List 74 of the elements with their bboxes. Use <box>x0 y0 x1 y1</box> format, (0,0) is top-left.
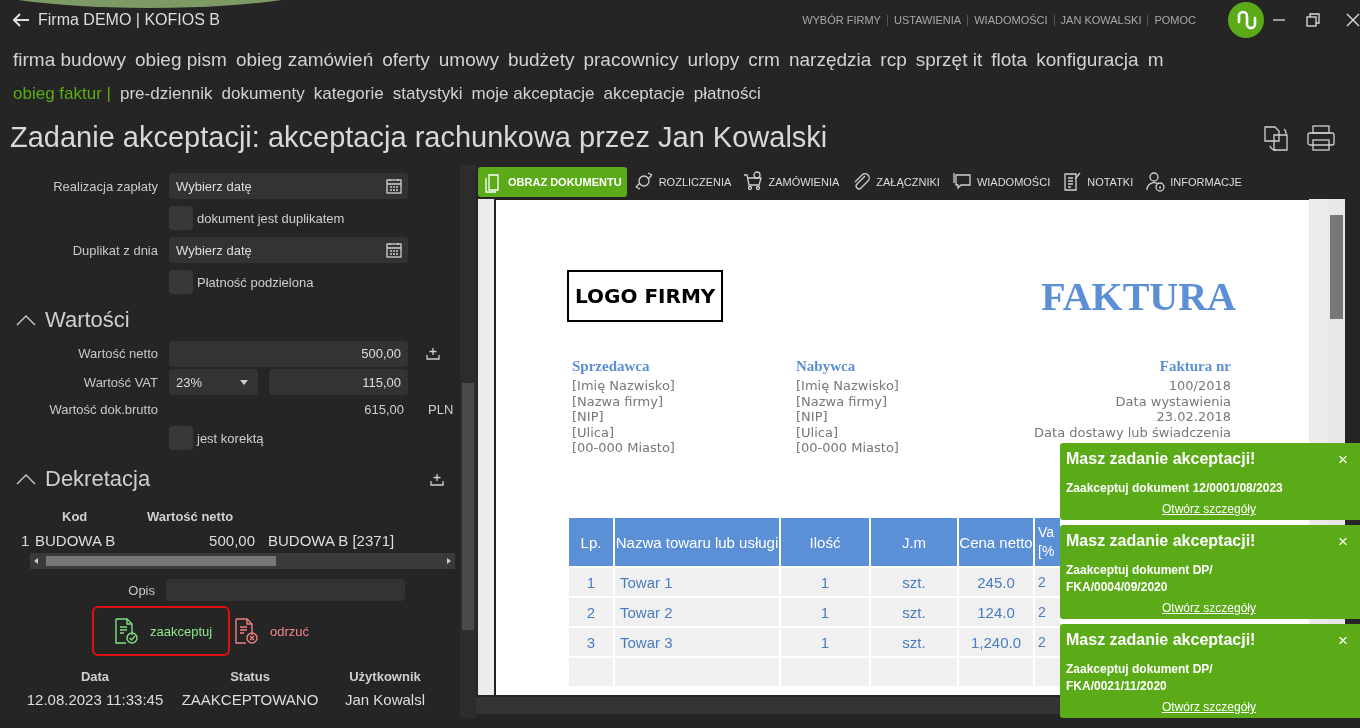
party-detail: [NIP] <box>796 409 829 425</box>
party-detail: [NIP] <box>572 409 605 425</box>
column-header: Użytkownik <box>348 668 422 684</box>
party-heading: Sprzedawca <box>572 358 651 375</box>
section-title: Dekretacja <box>45 466 152 492</box>
invoice-detail: Data wystawienia <box>1114 393 1231 409</box>
field-label: Wartość dok.brutto <box>48 401 158 417</box>
column-header: Ilość <box>780 517 870 567</box>
notification-message: Zaakceptuj dokument DP/ FKA/0004/09/2020 <box>1066 562 1214 596</box>
table-cell: Towar 1 <box>614 567 780 597</box>
notification-message: Zaakceptuj dokument 12/0001/08/2023 <box>1066 480 1284 497</box>
table-cell: BUDOWA B [2371] <box>268 531 395 549</box>
table-cell: 2 <box>568 597 614 627</box>
table-cell: szt. <box>870 567 958 597</box>
party-detail: [00-000 Miasto] <box>796 440 900 456</box>
table-cell: 1 <box>780 627 870 657</box>
current-module: obieg faktur | <box>13 84 111 104</box>
table-cell: szt. <box>870 597 958 627</box>
column-header: Lp. <box>568 517 614 567</box>
party-detail: [Nazwa firmy] <box>796 393 889 409</box>
table-cell: Towar 3 <box>614 627 780 657</box>
table-cell: 245.0 <box>958 567 1034 597</box>
notification-message: Zaakceptuj dokument DP/ FKA/0021/11/2020 <box>1066 661 1214 695</box>
party-detail: [Ulica] <box>796 424 839 440</box>
checkbox-label: Płatność podzielona <box>197 274 314 290</box>
invoice-detail: 23.02.2018 <box>1155 409 1231 425</box>
column-header: Data <box>79 668 111 684</box>
field-label: Opis <box>127 582 155 598</box>
column-header: Kod <box>61 508 89 524</box>
column-header: Wartość netto <box>147 508 234 524</box>
party-detail: [00-000 Miasto] <box>572 440 676 456</box>
notification-title: Masz zadanie akceptacji! <box>1066 631 1256 649</box>
currency-label: PLN <box>428 401 454 417</box>
party-detail: [Imię Nazwisko] <box>572 378 676 394</box>
table-cell: 1 <box>568 567 614 597</box>
checkbox-label: dokument jest duplikatem <box>197 210 345 226</box>
section-title: Wartości <box>45 307 131 333</box>
party-heading: Nabywca <box>796 358 857 375</box>
page-title: Zadanie akceptacji: akceptacja rachunkowa przez Jan Kowalski <box>10 121 829 154</box>
column-header: J.m <box>870 517 958 567</box>
field-label: Duplikat z dnia <box>71 242 158 258</box>
party-detail: [Nazwa firmy] <box>572 393 665 409</box>
table-cell: 1,240.0 <box>958 627 1034 657</box>
table-cell-text: 12.08.2023 11:33:45 <box>25 690 165 708</box>
table-cell: 3 <box>568 627 614 657</box>
invoice-title: FAKTURA <box>1041 272 1236 320</box>
invoice-detail: Data dostawy lub świadczenia <box>1034 424 1231 440</box>
field-label: Wartość VAT <box>82 374 158 390</box>
row-number: 1 <box>21 531 31 549</box>
field-label: Realizacja zapłaty <box>52 178 158 194</box>
app-title: Firma DEMO | KOFIOS B <box>38 11 220 29</box>
checkbox-label: jest korektą <box>197 430 264 446</box>
table-cell: Towar 2 <box>614 597 780 627</box>
total-value: 615,00 <box>363 401 405 417</box>
invoice-detail: 100/2018 <box>1167 378 1231 394</box>
table-cell: 1 <box>780 597 870 627</box>
table-cell-text: Jan Kowalsl <box>343 690 426 708</box>
column-header: Status <box>229 668 271 684</box>
table-cell-text: 500,00 <box>208 531 255 549</box>
table-cell-text: BUDOWA B <box>35 531 117 549</box>
field-label: Wartość netto <box>77 346 158 361</box>
notification-title: Masz zadanie akceptacji! <box>1066 450 1256 468</box>
column-header: Nazwa towaru lub usługi <box>614 517 780 567</box>
table-cell: szt. <box>870 627 958 657</box>
notification-title: Masz zadanie akceptacji! <box>1066 532 1256 550</box>
table-cell-text: ZAAKCEPTOWANO <box>180 690 320 708</box>
vat-rate: 23% <box>176 374 203 390</box>
table-cell: 124.0 <box>958 597 1034 627</box>
party-detail: [Ulica] <box>572 424 615 440</box>
party-detail: [Imię Nazwisko] <box>796 378 900 394</box>
invoice-number-heading: Faktura nr <box>1158 358 1231 375</box>
table-cell: 1 <box>780 567 870 597</box>
company-logo: LOGO FIRMY <box>567 270 724 322</box>
column-header: Cena netto <box>958 517 1034 567</box>
